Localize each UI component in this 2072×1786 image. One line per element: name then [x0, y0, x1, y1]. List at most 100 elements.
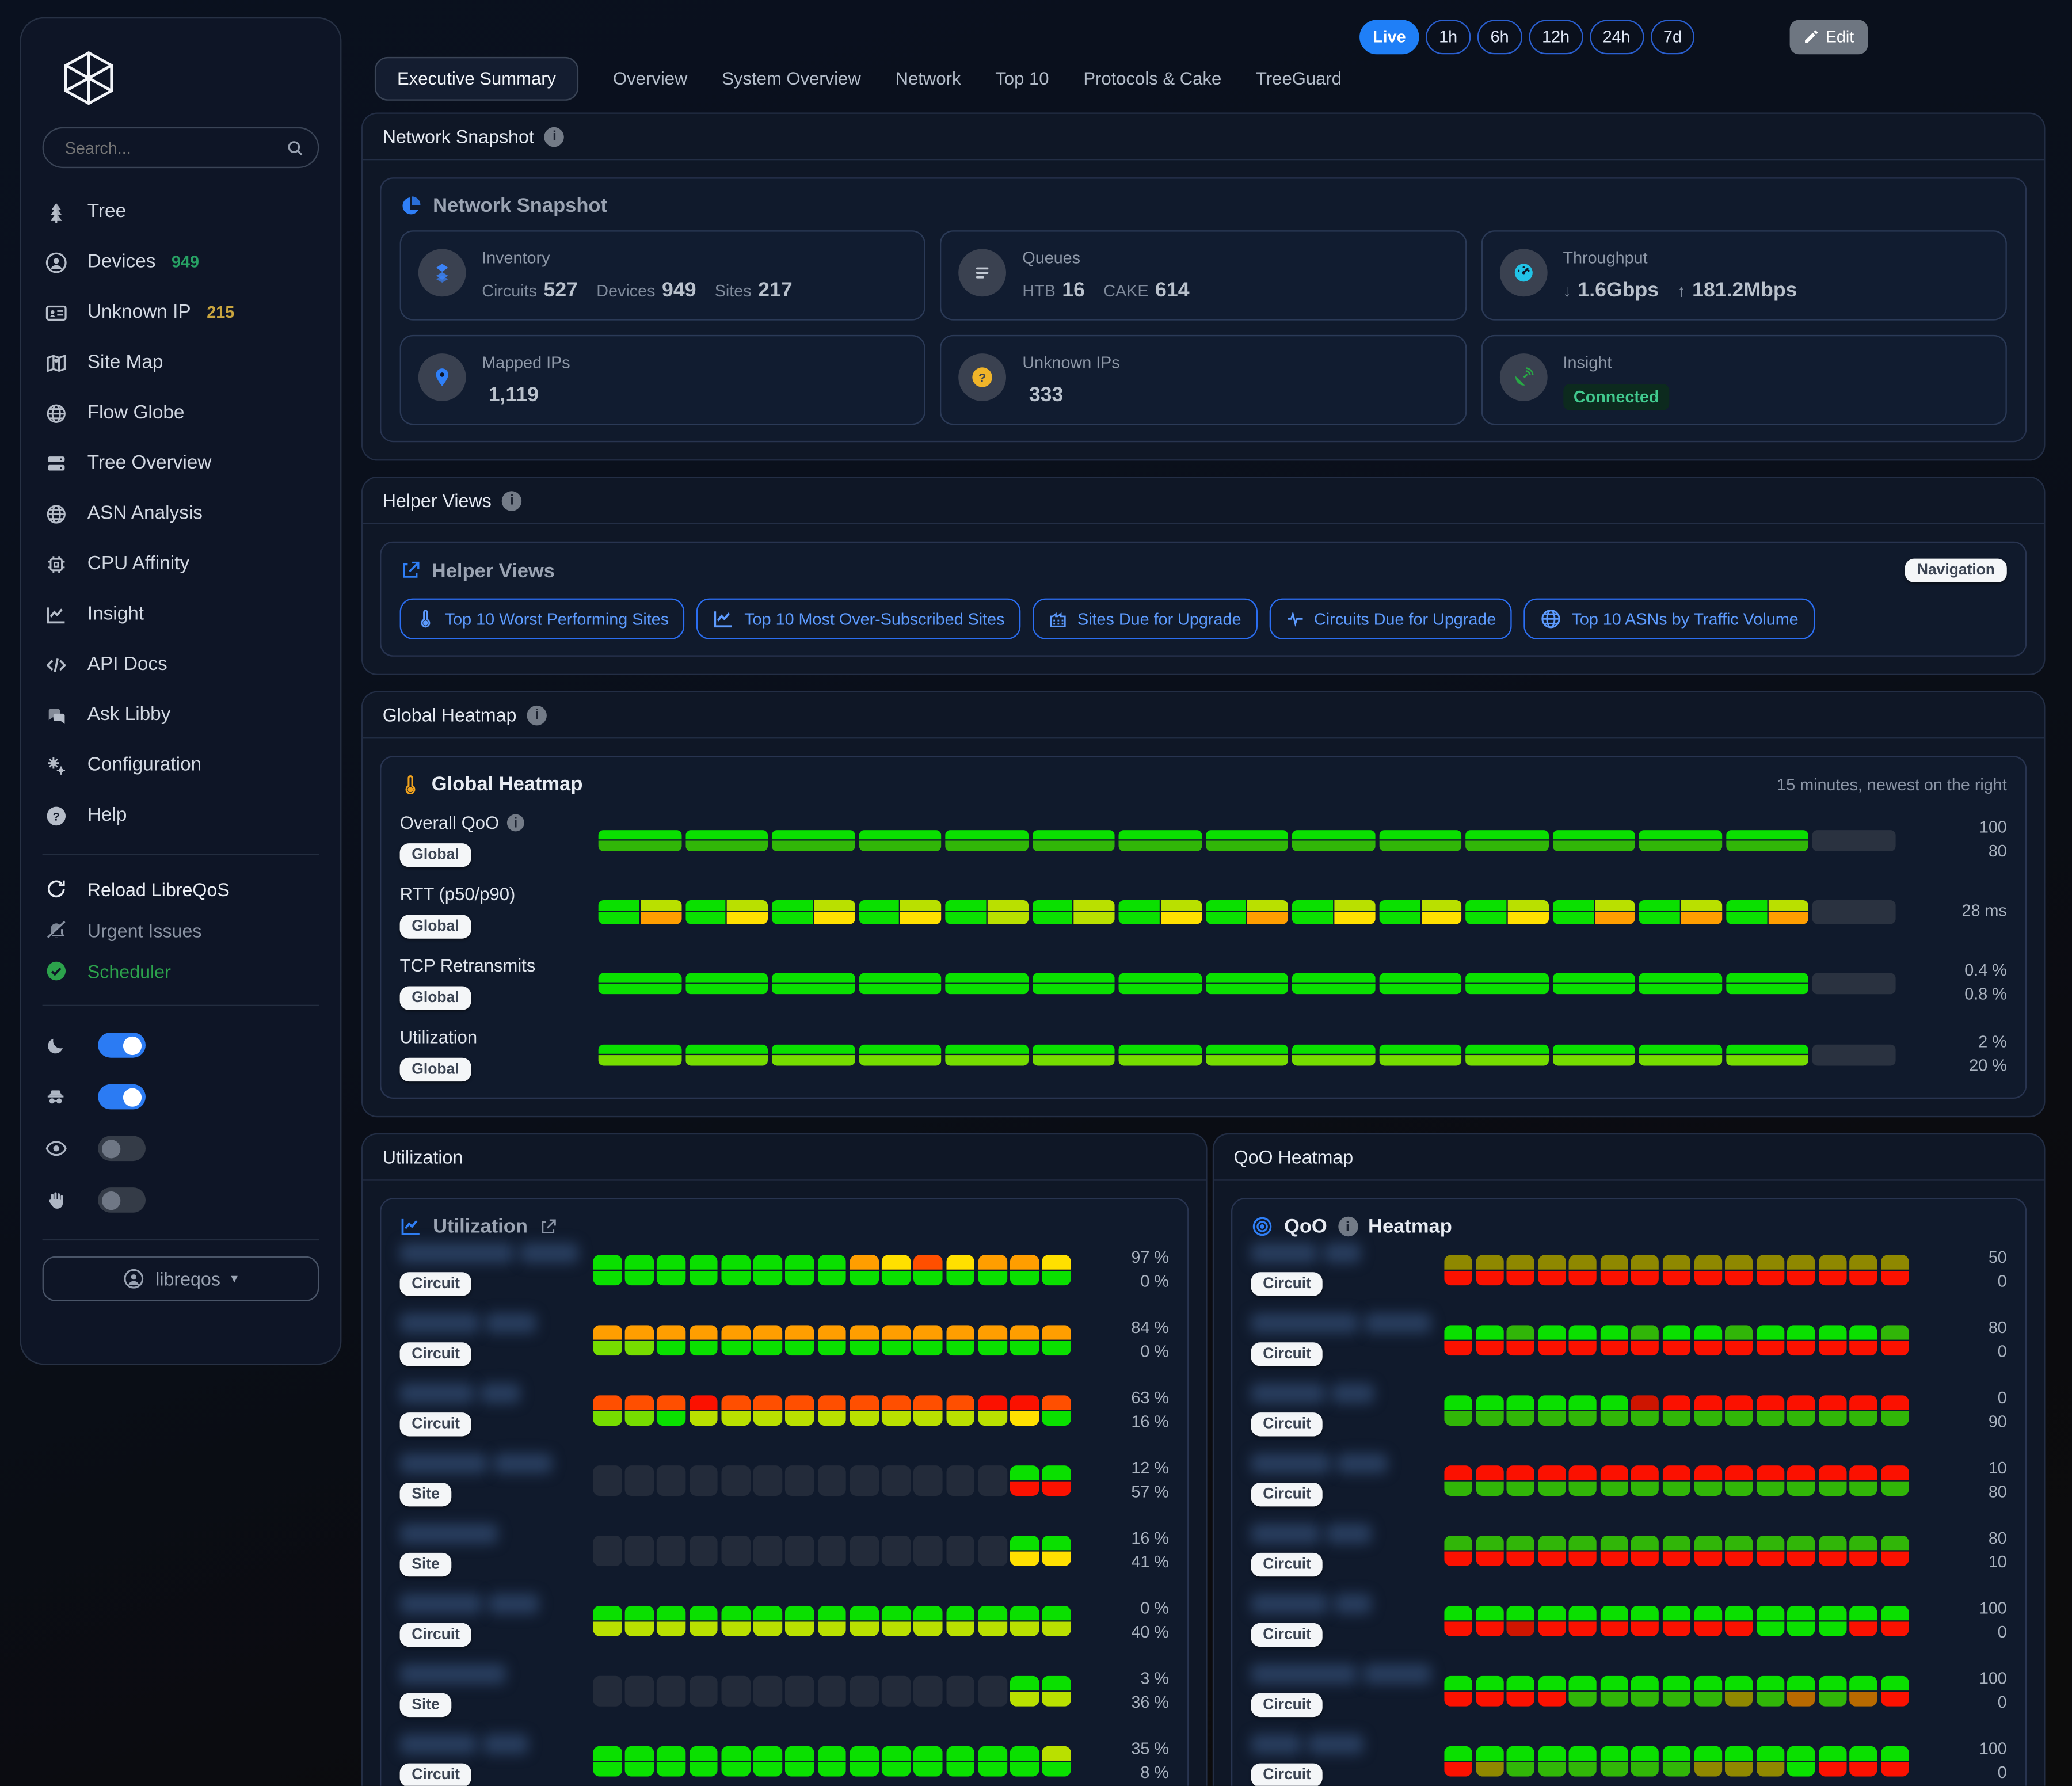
helper-button-top-10-asns-by-traffic-volume[interactable]: Top 10 ASNs by Traffic Volume: [1524, 599, 1815, 639]
redacted-name[interactable]: [1251, 1313, 1431, 1334]
info-icon[interactable]: i: [544, 127, 565, 147]
hand-toggle[interactable]: [98, 1187, 146, 1213]
sidebar-item-flow-globe[interactable]: Flow Globe: [43, 388, 319, 438]
spy-toggle[interactable]: [98, 1084, 146, 1110]
sidebar-item-unknown-ip[interactable]: Unknown IP215: [43, 287, 319, 337]
sidebar-item-site-map[interactable]: Site Map: [43, 338, 319, 388]
helper-button-top-10-worst-performing-sites[interactable]: Top 10 Worst Performing Sites: [400, 599, 685, 639]
list-item[interactable]: Site3 %36 %: [400, 1664, 1169, 1717]
heatmap-cell: [772, 972, 855, 993]
global-row-rtt-p50-p90-[interactable]: RTT (p50/p90)Global28 ms: [400, 884, 2007, 938]
sidebar-item-help[interactable]: ?Help: [43, 790, 319, 840]
redacted-name[interactable]: [1251, 1243, 1431, 1263]
sidebar-item-cpu-affinity[interactable]: CPU Affinity: [43, 539, 319, 589]
list-item[interactable]: Site16 %41 %: [400, 1524, 1169, 1576]
list-item[interactable]: Circuit500: [1251, 1243, 2007, 1296]
tab-top-10[interactable]: Top 10: [995, 58, 1049, 99]
redacted-name[interactable]: [400, 1384, 580, 1404]
sidebar-item-ask-libby[interactable]: Ask Libby: [43, 690, 319, 740]
global-row-overall-qoo[interactable]: Overall QoOiGlobal10080: [400, 813, 2007, 867]
redacted-name[interactable]: [400, 1453, 580, 1473]
time-button-7d[interactable]: 7d: [1650, 20, 1695, 55]
heatmap-cell: [1466, 1044, 1549, 1065]
redacted-name[interactable]: [1251, 1453, 1431, 1473]
list-item[interactable]: Site12 %57 %: [400, 1453, 1169, 1506]
moon-toggle[interactable]: [98, 1033, 146, 1058]
redacted-name[interactable]: [1251, 1734, 1431, 1754]
heatmap-cell: [1032, 972, 1115, 993]
card-title: Throughput: [1563, 249, 1816, 267]
list-item[interactable]: Circuit090: [1251, 1384, 2007, 1437]
list-item[interactable]: Circuit84 %0 %: [400, 1313, 1169, 1366]
heatmap-cell: [1569, 1605, 1597, 1636]
global-row-utilization[interactable]: UtilizationGlobal2 %20 %: [400, 1027, 2007, 1081]
heatmap-bar: [593, 1324, 1071, 1355]
tab-executive-summary[interactable]: Executive Summary: [375, 57, 578, 101]
heatmap-cell: [753, 1605, 782, 1636]
tab-network[interactable]: Network: [896, 58, 961, 99]
search-input[interactable]: [62, 137, 286, 158]
time-button-12h[interactable]: 12h: [1529, 20, 1583, 55]
redacted-name[interactable]: [400, 1524, 580, 1544]
divider: [43, 1005, 319, 1006]
heatmap-cell-empty: [625, 1675, 654, 1706]
info-icon[interactable]: i: [1338, 1217, 1358, 1237]
heatmap-cell: [1726, 829, 1809, 851]
eye-toggle[interactable]: [98, 1136, 146, 1161]
sidebar-item-insight[interactable]: Insight: [43, 589, 319, 639]
list-item[interactable]: Circuit0 %40 %: [400, 1594, 1169, 1647]
time-button-6h[interactable]: 6h: [1477, 20, 1522, 55]
action-urgent-issues[interactable]: Urgent Issues: [43, 909, 319, 950]
info-icon[interactable]: i: [502, 490, 521, 511]
sidebar-item-asn-analysis[interactable]: ASN Analysis: [43, 489, 319, 539]
panel-title: Helper Views: [432, 559, 555, 582]
redacted-name[interactable]: [400, 1594, 580, 1614]
list-item[interactable]: Circuit1000: [1251, 1734, 2007, 1786]
helper-button-circuits-due-for-upgrade[interactable]: Circuits Due for Upgrade: [1269, 599, 1512, 639]
action-reload-libreqos[interactable]: Reload LibreQoS: [43, 869, 319, 909]
sidebar-item-tree-overview[interactable]: Tree Overview: [43, 438, 319, 488]
list-item[interactable]: Circuit63 %16 %: [400, 1384, 1169, 1437]
info-icon[interactable]: i: [507, 814, 524, 832]
tab-overview[interactable]: Overview: [613, 58, 687, 99]
sidebar-item-devices[interactable]: Devices949: [43, 237, 319, 287]
list-item[interactable]: Circuit97 %0 %: [400, 1243, 1169, 1296]
time-button-24h[interactable]: 24h: [1590, 20, 1644, 55]
helper-button-top-10-most-over-subscribed-sites[interactable]: Top 10 Most Over-Subscribed Sites: [696, 599, 1020, 639]
list-item[interactable]: Circuit1000: [1251, 1664, 2007, 1717]
info-icon[interactable]: i: [527, 705, 547, 725]
tab-system-overview[interactable]: System Overview: [722, 58, 861, 99]
redacted-name[interactable]: [1251, 1594, 1431, 1614]
tab-protocols-cake[interactable]: Protocols & Cake: [1083, 58, 1221, 99]
sidebar-item-tree[interactable]: Tree: [43, 186, 319, 237]
redacted-name[interactable]: [400, 1664, 580, 1684]
sidebar-item-configuration[interactable]: Configuration: [43, 740, 319, 790]
heatmap-cell: [1475, 1324, 1503, 1355]
redacted-name[interactable]: [400, 1243, 580, 1263]
edit-button[interactable]: Edit: [1790, 20, 1868, 55]
helper-button-sites-due-for-upgrade[interactable]: Sites Due for Upgrade: [1033, 599, 1257, 639]
redacted-name[interactable]: [1251, 1384, 1431, 1404]
list-item[interactable]: Circuit1000: [1251, 1594, 2007, 1647]
global-row-tcp-retransmits[interactable]: TCP RetransmitsGlobal0.4 %0.8 %: [400, 956, 2007, 1010]
time-button-live[interactable]: Live: [1359, 20, 1419, 55]
external-link-icon[interactable]: [538, 1217, 557, 1236]
time-button-1h[interactable]: 1h: [1426, 20, 1471, 55]
search-box[interactable]: [43, 127, 319, 168]
list-item[interactable]: Circuit1080: [1251, 1453, 2007, 1506]
redacted-name[interactable]: [400, 1734, 580, 1754]
sidebar-item-api-docs[interactable]: API Docs: [43, 639, 319, 690]
redacted-name[interactable]: [1251, 1524, 1431, 1544]
redacted-name[interactable]: [1251, 1664, 1431, 1684]
action-scheduler[interactable]: Scheduler: [43, 950, 319, 991]
list-item[interactable]: Circuit800: [1251, 1313, 2007, 1366]
tab-treeguard[interactable]: TreeGuard: [1256, 58, 1342, 99]
heatmap-cell: [1756, 1605, 1784, 1636]
list-item[interactable]: Circuit8010: [1251, 1524, 2007, 1576]
helper-button-label: Top 10 Worst Performing Sites: [445, 610, 669, 628]
heatmap-cell: [657, 1395, 686, 1425]
list-item[interactable]: Circuit35 %8 %: [400, 1734, 1169, 1786]
sidebar-item-label: Help: [87, 805, 127, 826]
user-menu-button[interactable]: libreqos ▾: [43, 1256, 319, 1301]
redacted-name[interactable]: [400, 1313, 580, 1334]
